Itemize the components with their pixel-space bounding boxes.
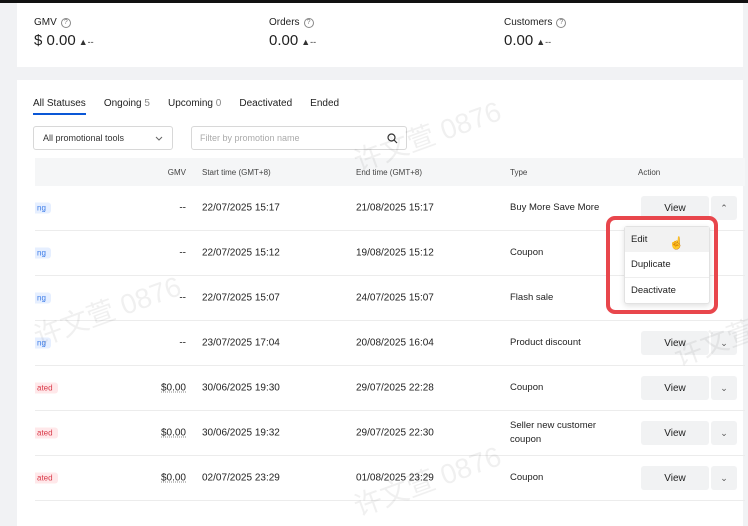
row-actions: View ⌄ — [641, 376, 737, 400]
row-start-time: 30/06/2025 19:32 — [202, 427, 280, 439]
more-actions-button[interactable]: ⌄ — [711, 331, 737, 355]
chevron-down-icon: ⌄ — [720, 472, 728, 483]
highlight-annotation — [606, 216, 718, 314]
help-icon[interactable]: ? — [556, 17, 567, 28]
row-start-time: 23/07/2025 17:04 — [202, 337, 280, 349]
status-badge: ng — [35, 247, 51, 259]
header-start-time: Start time (GMT+8) — [202, 168, 271, 177]
tab-count: 5 — [144, 98, 150, 109]
row-actions: View ⌄ — [641, 331, 737, 355]
search-icon[interactable] — [387, 132, 398, 144]
row-end-time: 20/08/2025 16:04 — [356, 337, 434, 349]
row-type: Coupon — [510, 247, 544, 258]
table-row: ng -- 23/07/2025 17:04 20/08/2025 16:04 … — [35, 321, 745, 366]
row-end-time: 29/07/2025 22:28 — [356, 382, 434, 394]
chevron-down-icon: ⌄ — [720, 382, 728, 393]
row-gmv: -- — [179, 292, 186, 304]
chevron-down-icon: ⌄ — [720, 427, 728, 438]
view-button[interactable]: View — [641, 331, 709, 355]
row-type: Buy More Save More — [510, 202, 600, 213]
row-actions: View ⌄ — [641, 421, 737, 445]
help-icon[interactable]: ? — [60, 17, 71, 28]
header-type: Type — [510, 168, 528, 177]
header-gmv: GMV — [167, 168, 186, 177]
stat-value: 0.00 — [504, 32, 534, 49]
tab-all-statuses[interactable]: All Statuses — [33, 98, 86, 115]
tab-count: 0 — [215, 98, 222, 109]
row-start-time: 22/07/2025 15:07 — [202, 292, 280, 304]
trend-indicator: ▲-- — [78, 37, 94, 47]
row-start-time: 02/07/2025 23:29 — [202, 472, 280, 484]
row-gmv: $0.00 — [160, 472, 186, 484]
chevron-down-icon: ⌄ — [720, 337, 728, 348]
row-end-time: 21/08/2025 15:17 — [356, 202, 434, 214]
tab-upcoming[interactable]: Upcoming 0 — [168, 98, 221, 115]
status-tabs: All Statuses Ongoing 5 Upcoming 0 Deacti… — [33, 98, 339, 115]
status-badge: ated — [35, 382, 58, 394]
header-action: Action — [638, 168, 661, 177]
row-gmv: $0.00 — [160, 427, 186, 439]
promotional-tool-select[interactable]: All promotional tools — [33, 126, 173, 150]
more-actions-button[interactable]: ⌄ — [711, 376, 737, 400]
row-start-time: 30/06/2025 19:30 — [202, 382, 280, 394]
stat-label: GMV — [34, 17, 57, 28]
row-gmv: -- — [179, 247, 186, 259]
stat-gmv: GMV? $ 0.00 ▲-- — [34, 17, 94, 49]
search-field[interactable] — [191, 126, 407, 150]
stat-value: $ 0.00 — [34, 32, 76, 49]
row-end-time: 29/07/2025 22:30 — [356, 427, 434, 439]
row-end-time: 24/07/2025 15:07 — [356, 292, 434, 304]
more-actions-button[interactable]: ⌄ — [711, 421, 737, 445]
tab-ongoing[interactable]: Ongoing 5 — [104, 98, 150, 115]
stats-card: GMV? $ 0.00 ▲-- Orders? 0.00 ▲-- Customers… — [17, 3, 743, 67]
search-input[interactable] — [200, 133, 387, 143]
pointer-cursor-icon: ☝ — [669, 236, 684, 250]
row-type: Coupon — [510, 472, 544, 483]
row-type: Seller new customer coupon — [510, 420, 597, 445]
tab-ended[interactable]: Ended — [310, 98, 339, 115]
tab-deactivated[interactable]: Deactivated — [239, 98, 292, 115]
table-row: ated $0.00 30/06/2025 19:30 29/07/2025 2… — [35, 366, 745, 411]
chevron-up-icon: ⌃ — [720, 202, 728, 213]
filter-bar: All promotional tools — [33, 126, 407, 150]
row-type: Flash sale — [510, 292, 554, 303]
status-badge: ated — [35, 472, 58, 484]
trend-indicator: ▲-- — [536, 37, 552, 47]
row-gmv: -- — [179, 337, 186, 349]
stat-value: 0.00 — [269, 32, 299, 49]
table-row: ated $0.00 02/07/2025 23:29 01/08/2025 2… — [35, 456, 745, 501]
more-actions-button[interactable]: ⌄ — [711, 466, 737, 490]
row-actions: View ⌄ — [641, 466, 737, 490]
status-badge: ng — [35, 337, 51, 349]
row-type: Product discount — [510, 337, 581, 348]
row-start-time: 22/07/2025 15:12 — [202, 247, 280, 259]
promotions-table: GMV Start time (GMT+8) End time (GMT+8) … — [35, 158, 745, 501]
row-gmv: -- — [179, 202, 186, 214]
row-gmv: $0.00 — [160, 382, 186, 394]
status-badge: ated — [35, 427, 58, 439]
table-row: ated $0.00 30/06/2025 19:32 29/07/2025 2… — [35, 411, 745, 456]
row-start-time: 22/07/2025 15:17 — [202, 202, 280, 214]
stat-customers: Customers? 0.00 ▲-- — [504, 17, 567, 49]
help-icon[interactable]: ? — [303, 17, 314, 28]
row-type: Coupon — [510, 382, 544, 393]
table-header: GMV Start time (GMT+8) End time (GMT+8) … — [35, 158, 745, 186]
stat-orders: Orders? 0.00 ▲-- — [269, 17, 316, 49]
more-actions-button[interactable]: ⌃ — [711, 196, 737, 220]
status-badge: ng — [35, 292, 51, 304]
stat-label: Orders — [269, 17, 300, 28]
view-button[interactable]: View — [641, 466, 709, 490]
stat-label: Customers — [504, 17, 553, 28]
select-value: All promotional tools — [43, 133, 125, 143]
header-end-time: End time (GMT+8) — [356, 168, 423, 177]
status-badge: ng — [35, 202, 51, 214]
row-end-time: 19/08/2025 15:12 — [356, 247, 434, 259]
view-button[interactable]: View — [641, 421, 709, 445]
trend-indicator: ▲-- — [301, 37, 317, 47]
view-button[interactable]: View — [641, 376, 709, 400]
chevron-down-icon — [155, 136, 163, 141]
row-end-time: 01/08/2025 23:29 — [356, 472, 434, 484]
